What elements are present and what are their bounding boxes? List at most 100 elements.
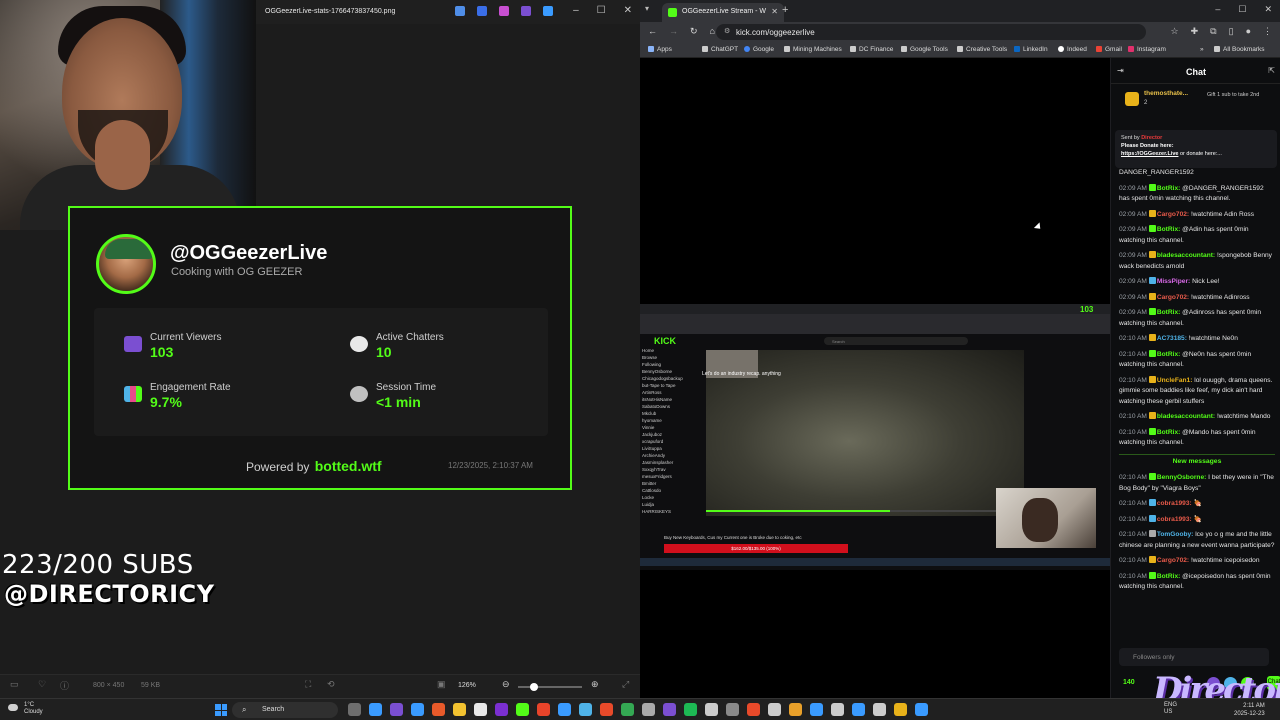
message-username[interactable]: Cargo702: [1157,557,1189,564]
reload-icon[interactable]: ↻ [690,26,698,37]
extension-icon[interactable]: ✚ [1191,26,1199,37]
message-username[interactable]: bladesaccountant: [1157,413,1215,420]
bookmark-google-tools[interactable]: Google Tools [901,46,948,53]
message-username[interactable]: BotRix: [1157,226,1180,233]
taskbar-app-icon[interactable] [684,703,697,716]
crop-icon[interactable] [521,6,531,16]
bookmark-apps[interactable]: Apps [648,46,672,53]
gift-leaderboard[interactable]: themosthate... 2 Gift 1 sub to take 2nd [1111,84,1280,114]
message-username[interactable]: BotRix: [1157,185,1180,192]
taskbar-app-icon[interactable] [747,703,760,716]
bookmark-google[interactable]: Google [744,46,774,53]
taskbar-app-icon[interactable] [768,703,781,716]
taskbar-app-icon[interactable] [348,703,361,716]
taskbar-search[interactable]: ⌕ Search [232,702,338,718]
address-bar[interactable]: ⚙ kick.com/oggeezerlive [716,24,1146,40]
zoom-out-icon[interactable]: ⊖ [502,679,510,690]
puzzle-icon[interactable]: ⧉ [1210,26,1216,37]
message-username[interactable]: cobra1993: [1157,500,1192,507]
maximize-button[interactable]: ☐ [597,5,606,16]
taskbar-app-icon[interactable] [390,703,403,716]
taskbar-app-icon[interactable] [915,703,928,716]
fullscreen-icon[interactable]: ⤢ [622,679,629,690]
close-button[interactable]: ✕ [624,5,632,16]
taskbar-app-icon[interactable] [726,703,739,716]
pinned-message[interactable]: Sent by Director Please Donate here: htt… [1115,130,1277,168]
taskbar-app-icon[interactable] [474,703,487,716]
tray-language[interactable]: ENG US [1164,702,1177,716]
forward-icon[interactable]: → [669,26,678,37]
bookmark-all-bookmarks[interactable]: All Bookmarks [1214,46,1265,53]
fit-icon[interactable]: ⛶ [305,679,311,690]
taskbar-app-icon[interactable] [621,703,634,716]
taskbar-app-icon[interactable] [663,703,676,716]
taskbar-app-icon[interactable] [495,703,508,716]
bookmark-instagram[interactable]: Instagram [1128,46,1166,53]
bookmark-chatgpt[interactable]: ChatGPT [702,46,738,53]
taskbar-app-icon[interactable] [369,703,382,716]
bookmark-gmail[interactable]: Gmail [1096,46,1122,53]
back-icon[interactable]: ← [648,26,657,37]
clock[interactable]: 2:11 AM 2025-12-23 [1234,702,1265,718]
maximize-button[interactable]: ☐ [1238,4,1246,15]
message-username[interactable]: BotRix: [1157,351,1180,358]
taskbar-app-icon[interactable] [873,703,886,716]
copilot-icon[interactable] [455,6,465,16]
menu-icon[interactable]: ⋮ [1263,26,1272,37]
taskbar-app-icon[interactable] [537,703,550,716]
message-username[interactable]: BotRix: [1157,573,1180,580]
taskbar-app-icon[interactable] [579,703,592,716]
start-button[interactable] [215,704,227,716]
edit-icon[interactable] [477,6,487,16]
taskbar-app-icon[interactable] [516,703,529,716]
taskbar-app-icon[interactable] [894,703,907,716]
cloud-icon[interactable] [543,6,553,16]
tab-menu-icon[interactable]: ▾ [645,4,649,13]
minimize-button[interactable]: – [573,5,579,16]
zoom-in-icon[interactable]: ⊕ [591,679,599,690]
message-username[interactable]: MissPiper: [1157,278,1190,285]
zoom-slider-knob[interactable] [530,683,538,691]
rotate-icon[interactable]: ⟲ [327,679,335,690]
donate-link[interactable]: https://OGGeezer.Live [1121,151,1178,157]
taskbar-app-icon[interactable] [642,703,655,716]
message-username[interactable]: BotRix: [1157,429,1180,436]
split-icon[interactable]: ▯ [1229,26,1234,37]
chat-input[interactable]: Followers only [1119,648,1269,666]
star-icon[interactable]: ☆ [1171,26,1179,37]
taskbar-app-icon[interactable] [852,703,865,716]
taskbar-app-icon[interactable] [789,703,802,716]
taskbar-app-icon[interactable] [432,703,445,716]
profile-avatar-icon[interactable]: ● [1246,26,1251,37]
taskbar-app-icon[interactable] [411,703,424,716]
message-username[interactable]: BennyOsborne: [1157,474,1206,481]
taskbar-app-icon[interactable] [453,703,466,716]
tab-close-icon[interactable]: ✕ [771,7,778,16]
new-tab-button[interactable]: + [782,4,788,16]
more-bookmarks-icon[interactable]: » [1200,46,1204,53]
message-username[interactable]: Cargo702: [1157,211,1189,218]
bookmark-mining-machines[interactable]: Mining Machines [784,46,842,53]
message-username[interactable]: cobra1993: [1157,516,1192,523]
taskbar-app-icon[interactable] [558,703,571,716]
zoom-slider[interactable] [518,683,582,691]
zoom-level[interactable]: 126% [458,682,476,689]
bookmark-indeed[interactable]: Indeed [1058,46,1087,53]
bookmark-creative-tools[interactable]: Creative Tools [957,46,1007,53]
message-username[interactable]: BotRix: [1157,309,1180,316]
bookmark-linkedin[interactable]: LinkedIn [1014,46,1048,53]
info-icon[interactable]: ⓘ [60,679,69,692]
taskbar-app-icon[interactable] [831,703,844,716]
minimize-button[interactable]: – [1215,4,1220,15]
new-messages-divider[interactable]: New messages [1119,453,1275,468]
channel-points[interactable]: 140 [1123,679,1135,686]
message-username[interactable]: TomGooby: [1157,531,1194,538]
taskbar-app-icon[interactable] [705,703,718,716]
taskbar-app-icon[interactable] [600,703,613,716]
taskbar-app-icon[interactable] [810,703,823,716]
close-button[interactable]: ✕ [1264,4,1272,15]
message-username[interactable]: UncleFan1: [1157,377,1193,384]
bookmark-dc-finance[interactable]: DC Finance [850,46,893,53]
message-username[interactable]: AC73185: [1157,335,1187,342]
actual-size-icon[interactable]: ▣ [437,679,446,690]
